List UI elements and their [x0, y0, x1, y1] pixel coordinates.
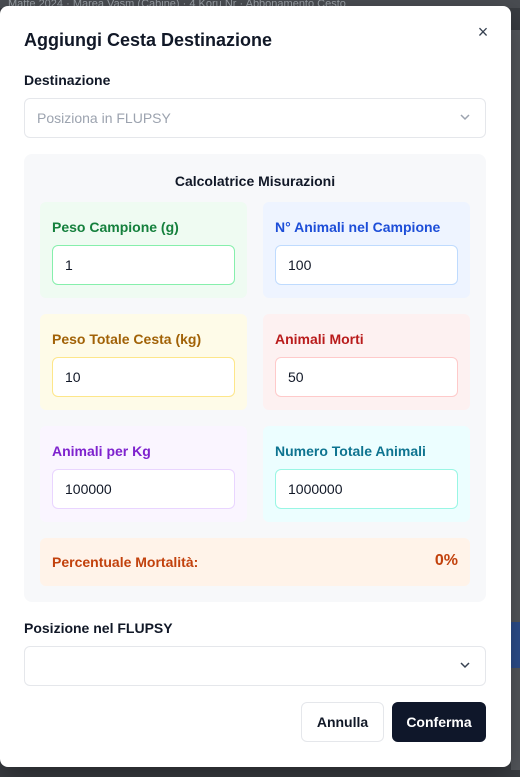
sample-weight-card: Peso Campione (g) 1 [40, 202, 247, 298]
total-animals-input[interactable]: 1000000 [275, 469, 458, 509]
calculator-title: Calcolatrice Misurazioni [174, 173, 336, 189]
chevron-down-icon [459, 99, 471, 152]
destination-select-value: Posiziona in FLUPSY [37, 110, 171, 126]
background-app-edge [511, 30, 520, 770]
destination-label: Destinazione [24, 72, 111, 88]
close-icon[interactable]: × [473, 22, 493, 42]
basket-weight-input[interactable]: 10 [52, 357, 235, 397]
flupsy-position-label: Posizione nel FLUPSY [24, 620, 173, 636]
confirm-button[interactable]: Conferma [392, 702, 486, 742]
total-animals-label: Numero Totale Animali [275, 443, 426, 459]
dead-animals-card: Animali Morti 50 [263, 314, 470, 410]
destination-select[interactable]: Posiziona in FLUPSY [24, 98, 486, 138]
flupsy-position-select[interactable] [24, 646, 486, 686]
basket-weight-card: Peso Totale Cesta (kg) 10 [40, 314, 247, 410]
total-animals-card: Numero Totale Animali 1000000 [263, 426, 470, 522]
measurement-calculator: Calcolatrice Misurazioni Peso Campione (… [24, 154, 486, 602]
dead-animals-input[interactable]: 50 [275, 357, 458, 397]
mortality-summary: Percentuale Mortalità: 0% [40, 538, 470, 586]
dialog-title: Aggiungi Cesta Destinazione [24, 30, 273, 50]
animals-per-kg-label: Animali per Kg [52, 443, 151, 459]
cancel-button[interactable]: Annulla [301, 702, 384, 742]
sample-weight-input[interactable]: 1 [52, 245, 235, 285]
mortality-label: Percentuale Mortalità: [52, 554, 199, 570]
background-app-button [511, 622, 520, 668]
chevron-down-icon [459, 647, 471, 700]
sample-animals-card: N° Animali nel Campione 100 [263, 202, 470, 298]
animals-per-kg-card: Animali per Kg 100000 [40, 426, 247, 522]
mortality-value: 0% [434, 552, 458, 569]
basket-weight-label: Peso Totale Cesta (kg) [52, 331, 202, 347]
sample-animals-label: N° Animali nel Campione [275, 219, 441, 235]
sample-weight-label: Peso Campione (g) [52, 219, 179, 235]
dead-animals-label: Animali Morti [275, 331, 364, 347]
sample-animals-input[interactable]: 100 [275, 245, 458, 285]
animals-per-kg-input[interactable]: 100000 [52, 469, 235, 509]
add-basket-dialog: Aggiungi Cesta Destinazione × Destinazio… [0, 6, 511, 767]
